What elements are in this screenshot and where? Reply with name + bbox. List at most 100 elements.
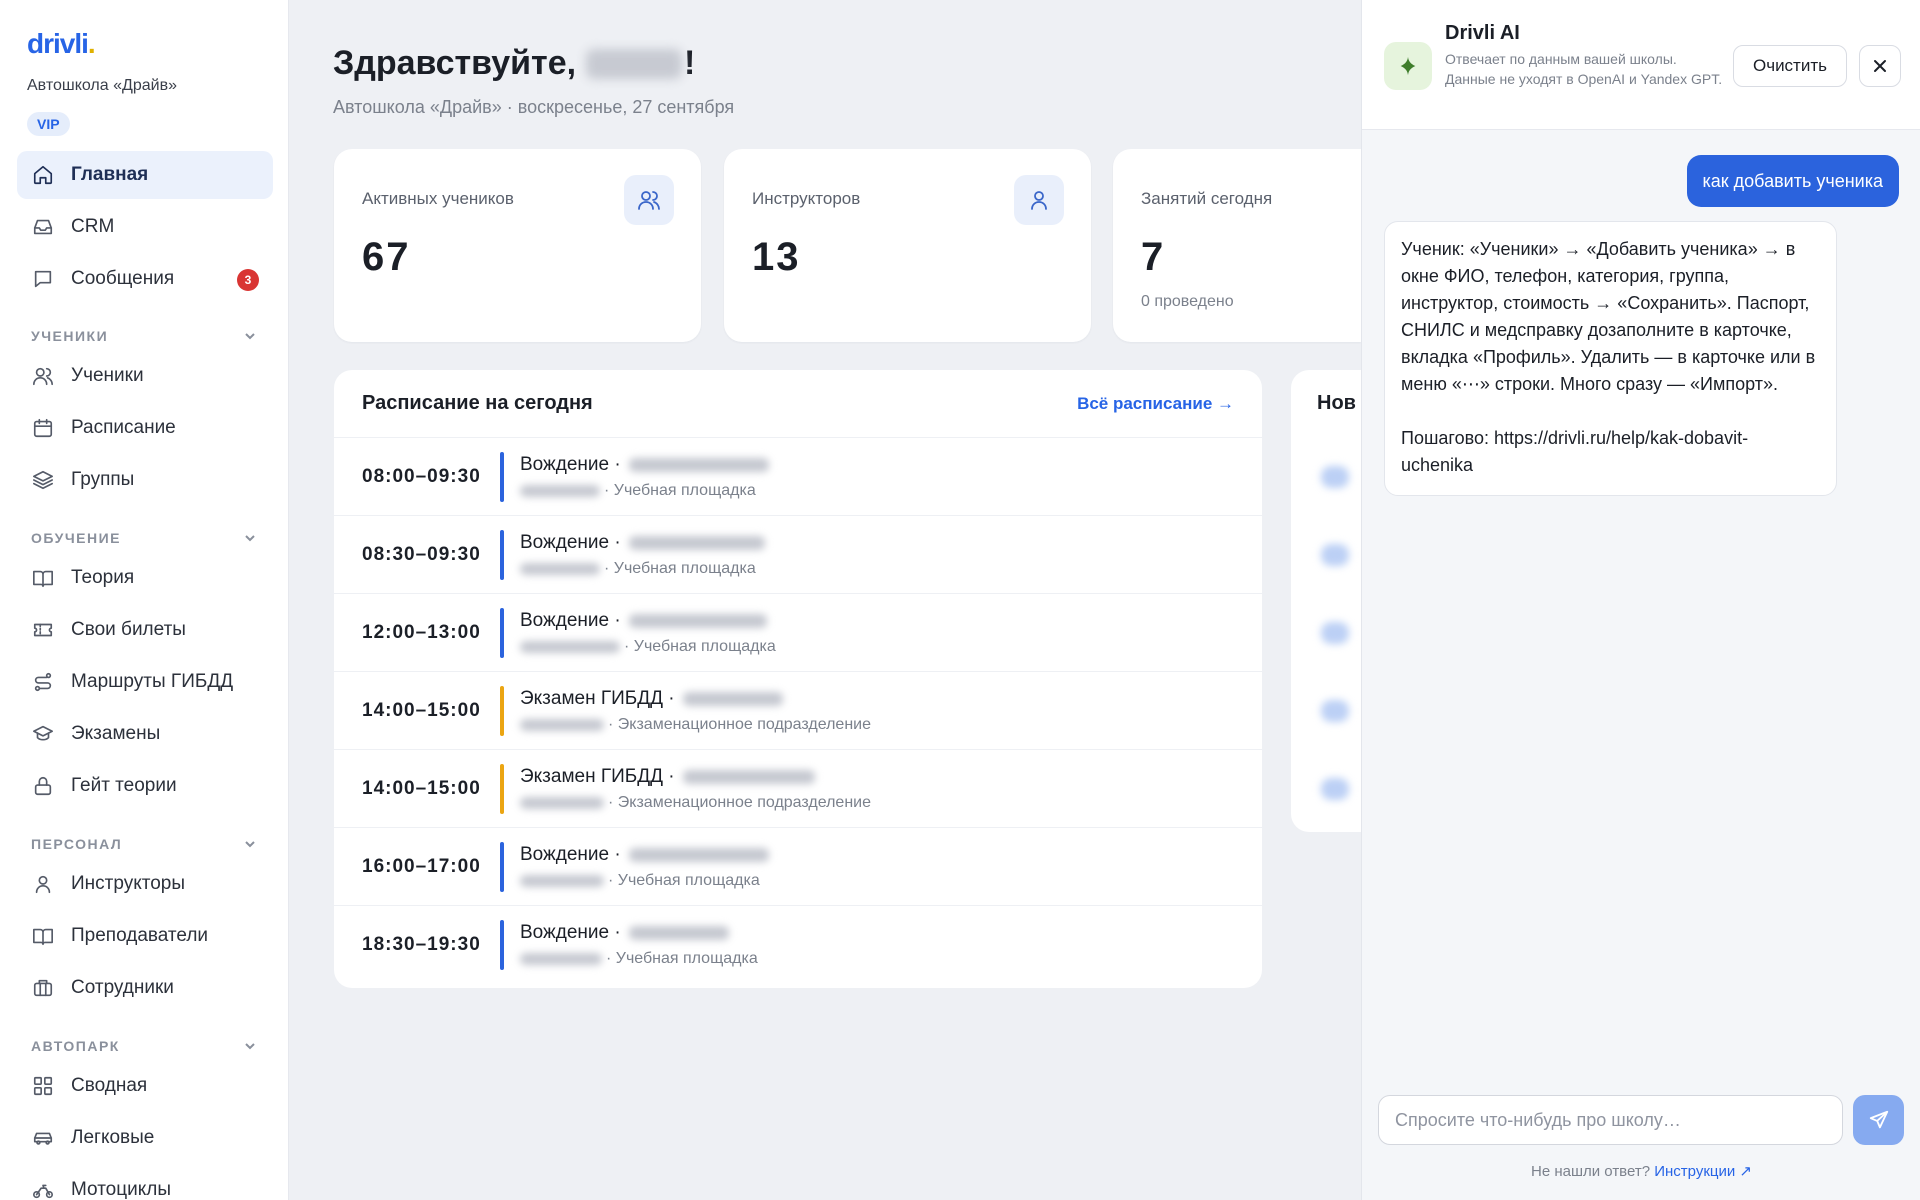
ai-description: Отвечает по данным вашей школы. Данные н… <box>1445 51 1723 87</box>
blurred-news-item[interactable] <box>1321 466 1349 488</box>
blurred-news-item[interactable] <box>1321 700 1349 722</box>
blurred-news-item[interactable] <box>1321 622 1349 644</box>
news-title: Нов <box>1317 392 1356 414</box>
ai-header: Drivli AI Отвечает по данным вашей школы… <box>1362 0 1920 130</box>
calendar-icon <box>31 416 55 440</box>
unread-badge: 3 <box>237 269 259 291</box>
lesson-place: · Учебная площадка <box>608 872 760 889</box>
send-button[interactable] <box>1853 1095 1904 1145</box>
clear-chat-button[interactable]: Очистить <box>1733 45 1847 87</box>
chevron-down-icon <box>245 333 255 340</box>
sidebar-item-theory-gate[interactable]: Гейт теории <box>17 762 273 810</box>
today-schedule-card: Расписание на сегодня Всё расписание → 0… <box>334 370 1262 988</box>
stat-value: 13 <box>752 235 801 279</box>
chat-icon <box>31 267 55 291</box>
sidebar-item-fleet-summary[interactable]: Сводная <box>17 1062 273 1110</box>
sidebar-item-home[interactable]: Главная <box>17 151 273 199</box>
blurred-news-item[interactable] <box>1321 778 1349 800</box>
sidebar-item-groups[interactable]: Группы <box>17 456 273 504</box>
page-subtitle: Автошкола «Драйв» · воскресенье, 27 сент… <box>333 97 735 117</box>
stat-card-active-students[interactable]: Активных учеников 67 <box>334 149 701 342</box>
sidebar-item-teachers[interactable]: Преподаватели <box>17 912 273 960</box>
schedule-time: 12:00–13:00 <box>362 622 481 643</box>
lesson-type-bar <box>500 608 504 658</box>
blurred-student <box>628 614 767 628</box>
all-schedule-link[interactable]: Всё расписание → <box>1077 394 1234 414</box>
blurred-student <box>628 458 769 472</box>
sidebar-item-theory[interactable]: Теория <box>17 554 273 602</box>
users-icon <box>31 364 55 388</box>
lock-icon <box>31 774 55 798</box>
page-title: Здравствуйте, ! <box>333 44 696 82</box>
sidebar-item-label: CRM <box>71 216 115 237</box>
stat-card-instructors[interactable]: Инструкторов 13 <box>724 149 1091 342</box>
user-icon <box>1014 175 1064 225</box>
instructions-link[interactable]: Инструкции ↗ <box>1654 1163 1752 1180</box>
blurred-student <box>682 770 815 784</box>
sidebar-item-label: Маршруты ГИБДД <box>71 671 234 692</box>
sidebar-item-cars[interactable]: Легковые <box>17 1114 273 1162</box>
chevron-down-icon <box>245 841 255 848</box>
ai-question-input[interactable] <box>1378 1095 1843 1145</box>
exam-type-bar <box>500 686 504 736</box>
lesson-type: Вождение · <box>520 454 621 475</box>
graduation-cap-icon <box>31 722 55 746</box>
home-icon <box>31 163 55 187</box>
sidebar-item-label: Теория <box>71 567 135 588</box>
assistant-message: Ученик: «Ученики» → «Добавить ученика» →… <box>1384 221 1837 496</box>
schedule-row[interactable]: 18:30–19:30 Вождение · · Учебная площадк… <box>334 905 1262 983</box>
section-staff-toggle[interactable]: ПЕРСОНАЛ <box>31 836 257 852</box>
schedule-row[interactable]: 16:00–17:00 Вождение · · Учебная площадк… <box>334 827 1262 905</box>
sidebar-item-schedule[interactable]: Расписание <box>17 404 273 452</box>
route-icon <box>31 670 55 694</box>
stat-value: 7 <box>1141 235 1166 279</box>
schedule-time: 14:00–15:00 <box>362 778 481 799</box>
sidebar-item-label: Экзамены <box>71 723 161 744</box>
blurred-instructor <box>520 953 602 965</box>
sparkle-icon <box>1384 42 1432 90</box>
schedule-row[interactable]: 08:00–09:30 Вождение · · Учебная площадк… <box>334 437 1262 515</box>
lesson-place: · Экзаменационное подразделение <box>608 794 871 811</box>
schedule-time: 18:30–19:30 <box>362 934 481 955</box>
sidebar-item-tickets[interactable]: Свои билеты <box>17 606 273 654</box>
schedule-time: 16:00–17:00 <box>362 856 481 877</box>
blurred-instructor <box>520 797 604 809</box>
schedule-row[interactable]: 14:00–15:00 Экзамен ГИБДД · · Экзаменаци… <box>334 671 1262 749</box>
book-icon <box>31 566 55 590</box>
close-panel-button[interactable] <box>1859 45 1901 87</box>
lesson-place: · Учебная площадка <box>606 950 758 967</box>
schedule-row[interactable]: 14:00–15:00 Экзамен ГИБДД · · Экзаменаци… <box>334 749 1262 827</box>
sidebar-item-instructors[interactable]: Инструкторы <box>17 860 273 908</box>
sidebar-item-messages[interactable]: Сообщения 3 <box>17 255 273 303</box>
sidebar-item-label: Преподаватели <box>71 925 209 946</box>
brand-logo[interactable]: drivli. <box>27 28 96 60</box>
lesson-type-bar <box>500 530 504 580</box>
ai-assistant-panel: Drivli AI Отвечает по данным вашей школы… <box>1361 0 1920 1200</box>
schedule-row[interactable]: 08:30–09:30 Вождение · · Учебная площадк… <box>334 515 1262 593</box>
sidebar-item-students[interactable]: Ученики <box>17 352 273 400</box>
blurred-student <box>628 536 765 550</box>
sidebar-item-crm[interactable]: CRM <box>17 203 273 251</box>
lesson-type: Вождение · <box>520 844 621 865</box>
lesson-type: Вождение · <box>520 922 621 943</box>
blurred-news-item[interactable] <box>1321 544 1349 566</box>
stat-card-lessons-today[interactable]: Занятий сегодня 7 0 проведено <box>1113 149 1361 342</box>
section-fleet-toggle[interactable]: АВТОПАРК <box>31 1038 257 1054</box>
sidebar-item-employees[interactable]: Сотрудники <box>17 964 273 1012</box>
section-education-toggle[interactable]: ОБУЧЕНИЕ <box>31 530 257 546</box>
news-card: Нов <box>1291 370 1361 832</box>
sidebar-item-exams[interactable]: Экзамены <box>17 710 273 758</box>
section-students-toggle[interactable]: УЧЕНИКИ <box>31 328 257 344</box>
sidebar-item-label: Свои билеты <box>71 619 186 640</box>
motorcycle-icon <box>31 1178 55 1200</box>
inbox-icon <box>31 215 55 239</box>
sidebar-item-routes[interactable]: Маршруты ГИБДД <box>17 658 273 706</box>
schedule-row[interactable]: 12:00–13:00 Вождение · · Учебная площадк… <box>334 593 1262 671</box>
sidebar-item-motorcycles[interactable]: Мотоциклы <box>17 1166 273 1200</box>
blurred-instructor <box>520 641 620 653</box>
lesson-place: · Учебная площадка <box>604 560 756 577</box>
blurred-student <box>682 692 783 706</box>
stat-label: Активных учеников <box>362 189 514 208</box>
lesson-type: Экзамен ГИБДД · <box>520 766 675 787</box>
schedule-title: Расписание на сегодня <box>362 392 593 414</box>
